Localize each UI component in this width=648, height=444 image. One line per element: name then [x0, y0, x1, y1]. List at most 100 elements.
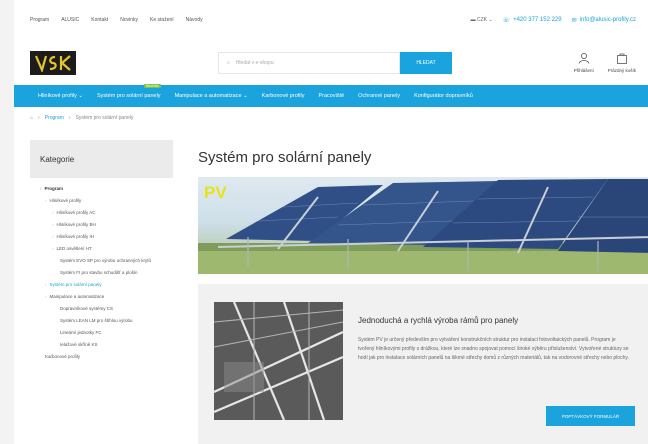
- nav-item-hlinikove-profily[interactable]: Hliníkové profily ⌄: [38, 93, 83, 99]
- category-label: Systém pro solární panely: [49, 282, 102, 287]
- category-label: Systém FI pro stavbu schodišť a plošin: [60, 270, 138, 275]
- breadcrumb-separator: ›: [38, 115, 40, 121]
- category-item[interactable]: › Hliníkové profily AC: [40, 210, 173, 216]
- breadcrumb-separator: ›: [68, 115, 71, 121]
- top-link-kontakt[interactable]: Kontakt: [91, 17, 108, 23]
- bag-icon: [616, 53, 627, 64]
- category-label: Systém EVO SP pro výrobu ochranných kryt…: [60, 258, 151, 263]
- pv-label: PV: [204, 183, 227, 202]
- logo[interactable]: [30, 50, 76, 75]
- inquiry-form-button[interactable]: POPTÁVKOVÝ FORMULÁŘ: [546, 406, 635, 426]
- nav-label: Hliníkové profily: [38, 93, 77, 99]
- category-item[interactable]: Dopravníkové systémy CS: [40, 306, 173, 312]
- category-label: Ielažové skříně KS: [60, 342, 98, 347]
- top-bar: Program ALUSIC Kontakt Novinky Ke stažen…: [14, 0, 648, 40]
- search-button[interactable]: HLEDAT: [400, 51, 452, 74]
- login-button[interactable]: Přihlášení: [574, 52, 594, 73]
- caret-icon: ›: [45, 294, 47, 299]
- category-label: Karbonové profily: [45, 354, 81, 359]
- page-title: Systém pro solární panely: [198, 149, 372, 166]
- category-item[interactable]: Lineární jednotky FC: [40, 330, 173, 336]
- category-item[interactable]: Systém EVO SP pro výrobu ochranných kryt…: [40, 258, 173, 264]
- search-form: ⌕ Hledat v e-shopu HLEDAT: [218, 51, 452, 74]
- login-label: Přihlášení: [573, 68, 594, 73]
- caret-icon: ›: [45, 282, 47, 287]
- chevron-down-icon: ⌄: [488, 17, 493, 23]
- page: Program ALUSIC Kontakt Novinky Ke stažen…: [14, 0, 648, 444]
- caret-icon: ›: [52, 210, 54, 215]
- frame-photo-icon: [214, 302, 343, 420]
- nav-item-solarni-panely[interactable]: Novinka Systém pro solární panely: [96, 84, 161, 99]
- cart-button[interactable]: Prázdný košík: [608, 52, 636, 73]
- category-label: Hliníkové profily BH: [56, 222, 96, 227]
- logo-mark-icon: [34, 54, 71, 72]
- category-sidebar: Kategorie › Program › Hliníkové profily › H…: [30, 140, 173, 366]
- top-link-ke-stazeni[interactable]: Ke stažení: [150, 17, 174, 23]
- card-description: Systém PV je určený především pro vytvář…: [358, 337, 629, 361]
- email-link[interactable]: ✉ info@alusic-profily.cz: [572, 17, 636, 24]
- search-placeholder: Hledat v e-shopu: [235, 59, 274, 66]
- top-link-novinky[interactable]: Novinky: [120, 17, 138, 23]
- category-label: Hliníkové profily IH: [56, 234, 95, 239]
- top-link-alusic[interactable]: ALUSIC: [61, 17, 79, 23]
- phone-number: +420 377 152 229: [513, 17, 562, 23]
- top-link-program[interactable]: Program: [30, 17, 49, 23]
- nav-item-konfigurator[interactable]: Konfigurátor dopravníků: [414, 93, 473, 99]
- top-link-navody[interactable]: Návody: [186, 17, 203, 23]
- caret-icon: ›: [52, 246, 54, 251]
- category-item[interactable]: Ielažové skříně KS: [40, 342, 173, 348]
- category-label: Dopravníkové systémy CS: [60, 306, 114, 311]
- category-label: Manipulace a automatizace: [49, 294, 105, 299]
- language-currency-select[interactable]: ▬ CZK ⌄: [471, 17, 493, 23]
- search-icon: ⌕: [227, 59, 230, 66]
- nav-label: Manipulace a automatizace: [174, 93, 242, 99]
- caret-icon: ›: [52, 222, 54, 227]
- hero-banner: PV: [198, 177, 648, 274]
- category-label: Lineární jednotky FC: [60, 330, 102, 335]
- category-label: Hliníkové profily AC: [56, 210, 96, 215]
- category-item[interactable]: Systém FI pro stavbu schodišť a plošin: [40, 270, 173, 276]
- new-badge: Novinka: [143, 84, 161, 88]
- nav-item-pracoviste[interactable]: Pracoviště: [318, 93, 344, 99]
- caret-icon: ›: [45, 198, 47, 203]
- category-tree: › Program › Hliníkové profily › Hliníkové p…: [30, 178, 173, 360]
- nav-item-ochranne-panely[interactable]: Ochranné panely: [358, 93, 400, 99]
- category-item[interactable]: › LED osvětlení HT: [40, 246, 173, 252]
- nav-item-karbonove-profily[interactable]: Karbonové profily: [262, 93, 305, 99]
- search-input[interactable]: ⌕ Hledat v e-shopu: [218, 51, 400, 74]
- category-item[interactable]: › Manipulace a automatizace: [40, 294, 173, 300]
- main-content: Systém pro solární panely PV Jednoduchá …: [198, 140, 648, 444]
- category-item[interactable]: › Hliníkové profily: [40, 198, 173, 204]
- category-heading: Kategorie: [30, 140, 173, 178]
- top-links: Program ALUSIC Kontakt Novinky Ke stažen…: [30, 17, 203, 23]
- phone-link[interactable]: ☏ +420 377 152 229: [503, 17, 562, 24]
- nav-label: Systém pro solární panely: [96, 93, 161, 99]
- user-icon: [578, 53, 590, 64]
- nav-item-manipulace[interactable]: Manipulace a automatizace ⌄: [175, 93, 248, 99]
- chevron-down-icon: ⌄: [78, 93, 83, 99]
- flag-icon: ▬: [470, 17, 476, 23]
- category-item[interactable]: › Program: [40, 186, 173, 192]
- home-icon[interactable]: ⌂: [30, 115, 33, 121]
- category-item[interactable]: Karbonové profily: [40, 354, 173, 360]
- main-nav: Hliníkové profily ⌄ Novinka Systém pro so…: [14, 84, 648, 107]
- frame-structure-image: [214, 302, 343, 420]
- currency-label: CZK: [476, 17, 487, 23]
- category-item[interactable]: Systém LEAN LM pro štíhlou výrobu: [40, 318, 173, 324]
- breadcrumb-program[interactable]: Program: [45, 115, 64, 121]
- phone-icon: ☏: [502, 17, 511, 24]
- category-item[interactable]: › Hliníkové profily BH: [40, 222, 173, 228]
- breadcrumb: ⌂ › Program › Systém pro solární panely: [14, 107, 648, 129]
- email-address: info@alusic-profily.cz: [579, 17, 636, 23]
- header: ⌕ Hledat v e-shopu HLEDAT Přihlášení Prá…: [14, 40, 648, 85]
- category-label: Hliníkové profily: [49, 198, 82, 203]
- caret-icon: ›: [40, 186, 42, 191]
- breadcrumb-current: Systém pro solární panely: [75, 115, 134, 121]
- chevron-down-icon: ⌄: [243, 93, 248, 99]
- category-item-active[interactable]: › Systém pro solární panely: [40, 282, 173, 288]
- category-label: LED osvětlení HT: [56, 246, 92, 251]
- cart-label: Prázdný košík: [607, 68, 636, 73]
- caret-icon: ›: [52, 234, 54, 239]
- solar-panels-image: [198, 179, 648, 274]
- category-item[interactable]: › Hliníkové profily IH: [40, 234, 173, 240]
